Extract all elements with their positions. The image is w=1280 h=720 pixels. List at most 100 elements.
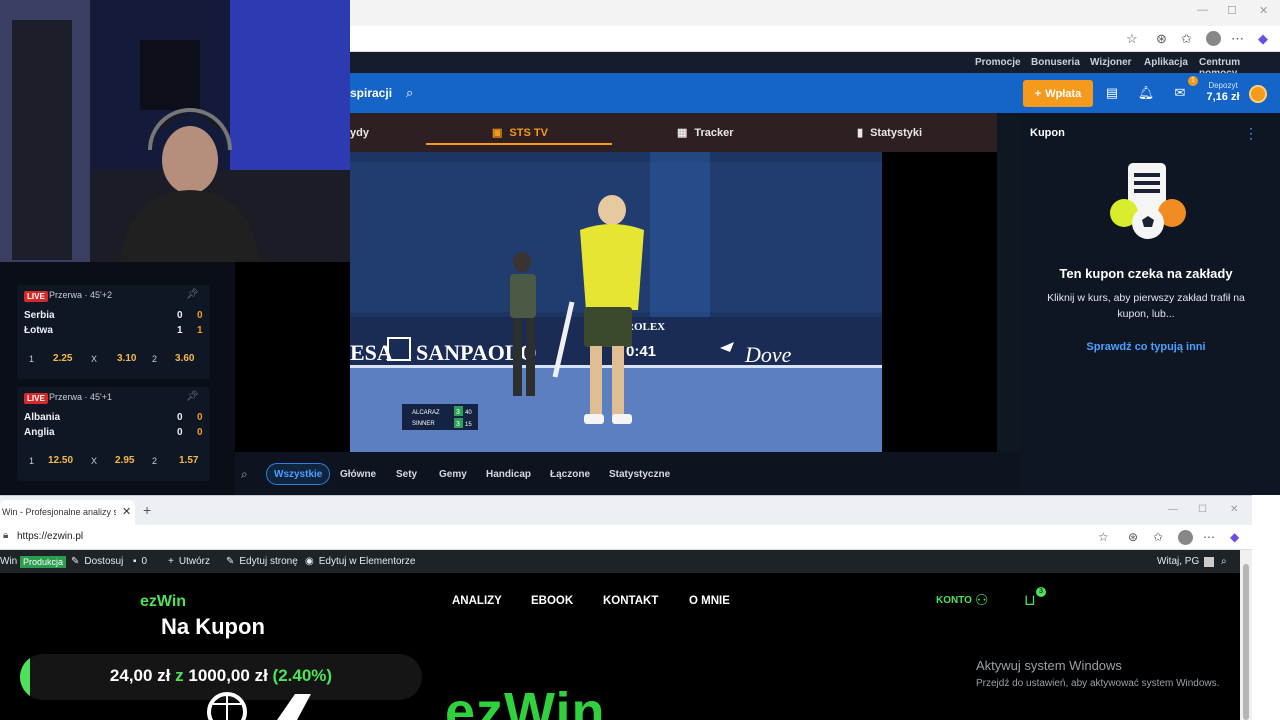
nav-kontakt[interactable]: KONTAKT — [603, 595, 658, 607]
tracking-icon[interactable]: ⊛ — [1156, 31, 1167, 47]
elementor-icon: ◉ — [305, 556, 314, 567]
bet-slip-empty-title: Ten kupon czeka na zakłady — [1059, 266, 1233, 281]
pin-icon[interactable]: 📌︎ — [186, 391, 199, 402]
wp-edytuj-strone[interactable]: ✎ Edytuj stronę — [226, 556, 298, 567]
maximize-button[interactable]: ☐ — [1198, 504, 1207, 515]
tracking-icon[interactable]: ⊛ — [1128, 530, 1138, 544]
plus-icon: + — [1034, 87, 1042, 100]
coupons-icon[interactable]: ▤ — [1101, 82, 1123, 104]
maximize-button[interactable]: ☐ — [1227, 4, 1237, 17]
match-card[interactable]: LIVE Przerwa · 45'+2 📌︎ Serbia 0 0 Łotwa… — [17, 285, 210, 379]
copilot-icon[interactable]: ◆ — [1258, 31, 1268, 47]
match-card[interactable]: LIVE Przerwa · 45'+1 📌︎ Albania 0 0 Angl… — [17, 387, 210, 481]
page-scrollbar[interactable] — [1240, 550, 1252, 720]
goal-target: 1000,00 zł — [188, 666, 268, 685]
coin-icon[interactable] — [1249, 85, 1267, 103]
star-icon[interactable]: ☆ — [1126, 31, 1138, 47]
odd-value-1[interactable]: 2.25 — [53, 353, 72, 364]
filter-glowne[interactable]: Główne — [333, 463, 383, 485]
mail-icon[interactable]: ✉ — [1169, 82, 1191, 104]
brush-icon: ✎ — [71, 556, 80, 567]
cart-icon[interactable]: ⊔ — [1024, 591, 1036, 609]
odd-value-x[interactable]: 2.95 — [115, 455, 134, 466]
url-text[interactable]: https://ezwin.pl — [17, 531, 83, 542]
odd-label-1: 1 — [29, 456, 35, 466]
filter-sety[interactable]: Sety — [389, 463, 424, 485]
wordpress-admin-bar: Win Produkcja ✎ Dostosuj ▪ 0 + Utwórz ✎ Edyt… — [0, 550, 1240, 573]
score-player1-set: 3 — [456, 409, 460, 416]
filter-statystyczne[interactable]: Statystyczne — [602, 463, 677, 485]
nav-aplikacja[interactable]: Aplikacja — [1144, 57, 1188, 68]
nav-wizjoner[interactable]: Wizjoner — [1090, 57, 1132, 68]
lock-icon[interactable]: 🔒︎ — [3, 530, 8, 541]
search-icon[interactable]: ⌕ — [406, 85, 413, 101]
tab-sts-tv[interactable]: ▣ STS TV — [492, 113, 548, 152]
avatar — [1204, 556, 1215, 567]
sts-top-navigation: Promocje Bonuseria Wizjoner Aplikacja Ce… — [350, 52, 1280, 79]
deposit-balance[interactable]: Depozyt 7,16 zł — [1202, 81, 1244, 107]
wp-elementor[interactable]: ◉ Edytuj w Elementorze — [305, 556, 415, 567]
nav-o-mnie[interactable]: O MNIE — [689, 595, 730, 607]
tab-kursy[interactable]: ydy — [350, 113, 369, 152]
wplata-button[interactable]: + Wpłata — [1023, 80, 1093, 107]
odd-value-2[interactable]: 1.57 — [179, 455, 198, 466]
odd-value-x[interactable]: 3.10 — [117, 353, 136, 364]
wplata-label: Wpłata — [1045, 87, 1082, 100]
star-icon[interactable]: ☆ — [1098, 530, 1109, 544]
copilot-icon[interactable]: ◆ — [1230, 530, 1239, 544]
windows-activation-subtitle: Przejdź do ustawień, aby aktywować syste… — [976, 678, 1220, 689]
ezwin-logo[interactable]: ezWin — [140, 593, 186, 611]
window-edge — [1252, 495, 1280, 720]
account-link[interactable]: KONTO — [936, 595, 972, 606]
bell-icon[interactable]: 🔔︎ — [1135, 82, 1157, 104]
check-others-link[interactable]: Sprawdź co typują inni — [1020, 341, 1272, 353]
minimize-button[interactable]: — — [1197, 4, 1208, 16]
profile-avatar[interactable] — [1206, 31, 1221, 46]
more-icon[interactable]: ⋯ — [1231, 31, 1244, 47]
kebab-menu-icon[interactable]: ⋮ — [1244, 125, 1258, 142]
more-icon[interactable]: ⋯ — [1203, 530, 1215, 544]
wp-search-icon[interactable]: ⌕ — [1221, 556, 1227, 567]
comment-icon: ▪ — [133, 556, 137, 567]
odd-value-2[interactable]: 3.60 — [175, 353, 194, 364]
pencil-icon: ✎ — [226, 556, 235, 567]
filter-handicap[interactable]: Handicap — [479, 463, 538, 485]
nav-bonuseria[interactable]: Bonuseria — [1031, 57, 1080, 68]
cart-count-badge: 3 — [1036, 587, 1046, 597]
wp-site-name[interactable]: Win — [0, 556, 17, 567]
odd-label-2: 2 — [152, 456, 158, 466]
wp-dostosuj[interactable]: ✎ Dostosuj — [71, 556, 123, 567]
wp-utworz[interactable]: + Utwórz — [168, 556, 210, 567]
nav-ebook[interactable]: EBOOK — [531, 595, 573, 607]
filter-wszystkie[interactable]: Wszystkie — [266, 463, 331, 485]
new-tab-button[interactable]: + — [143, 502, 151, 518]
tennis-video-frame[interactable]: ESA SANPAOLO ROLEX 0:41 Dove ALCARAZ SIN… — [350, 152, 882, 452]
nav-analizy[interactable]: ANALIZY — [452, 595, 502, 607]
match-status: Przerwa · 45'+2 — [49, 290, 112, 300]
address-bar[interactable]: 🔒︎ https://ezwin.pl ☆ ⊛ ✩ ⋯ ◆ — [0, 525, 1252, 550]
score-away-a: 0 — [177, 427, 183, 438]
filter-laczone[interactable]: Łączone — [543, 463, 597, 485]
minimize-button[interactable]: — — [1168, 504, 1178, 515]
user-icon[interactable]: ⚇ — [975, 591, 988, 609]
browser-tab[interactable]: Win - Profesjonalne analizy spo ✕ — [0, 500, 135, 526]
wp-greeting[interactable]: Witaj, PG — [1157, 556, 1215, 567]
favorites-icon[interactable]: ✩ — [1181, 31, 1192, 47]
market-search-icon[interactable]: ⌕ — [241, 467, 248, 482]
tab-statystyki[interactable]: ▮ Statystyki — [857, 113, 922, 152]
close-window-button[interactable]: ✕ — [1259, 4, 1268, 17]
address-bar[interactable]: ☆ ⊛ ✩ ⋯ ◆ — [350, 26, 1280, 52]
nav-inspiracje[interactable]: spiracji — [350, 86, 392, 100]
tab-close-icon[interactable]: ✕ — [122, 505, 131, 518]
odd-value-1[interactable]: 12.50 — [48, 455, 73, 466]
nav-promocje[interactable]: Promocje — [975, 57, 1021, 68]
goal-z: z — [175, 666, 184, 685]
close-window-button[interactable]: ✕ — [1230, 504, 1238, 515]
wp-comments[interactable]: ▪ 0 — [133, 556, 147, 567]
scrollbar-thumb[interactable] — [1243, 564, 1249, 720]
filter-gemy[interactable]: Gemy — [432, 463, 474, 485]
pin-icon[interactable]: 📌︎ — [186, 289, 199, 300]
profile-avatar[interactable] — [1178, 530, 1193, 545]
favorites-icon[interactable]: ✩ — [1153, 530, 1163, 544]
tab-tracker[interactable]: ▦ Tracker — [677, 113, 734, 152]
